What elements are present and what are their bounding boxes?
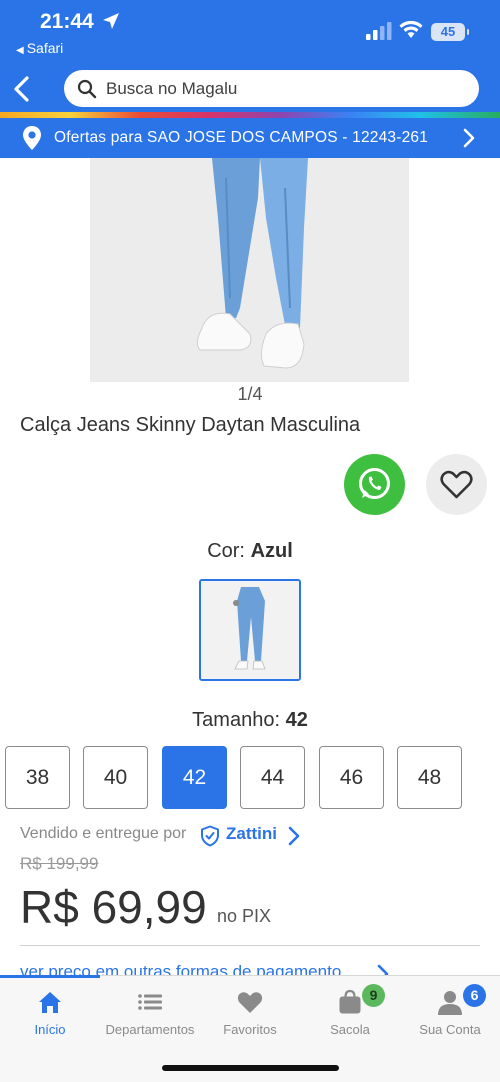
size-option-48[interactable]: 48 xyxy=(397,746,462,809)
color-selector-label: Cor: Azul xyxy=(0,540,500,563)
bag-icon xyxy=(339,989,361,1014)
tab-label: Departamentos xyxy=(105,1022,195,1037)
seller-label: Vendido e entregue por xyxy=(20,825,187,842)
tab-label: Sua Conta xyxy=(419,1022,481,1037)
size-option-38[interactable]: 38 xyxy=(5,746,70,809)
tab-sacola[interactable]: 9 Sacola xyxy=(300,976,400,1046)
search-icon xyxy=(77,79,97,99)
back-to-app-link[interactable]: ◀ Safari xyxy=(16,40,63,56)
seller-name-link[interactable]: Zattini xyxy=(226,824,277,844)
location-pin-icon xyxy=(23,126,41,150)
status-time: 21:44 xyxy=(40,10,94,33)
home-icon xyxy=(39,992,61,1013)
tab-sua-conta[interactable]: 6 Sua Conta xyxy=(400,976,500,1046)
size-option-40[interactable]: 40 xyxy=(83,746,148,809)
tab-label: Início xyxy=(34,1022,66,1037)
jeans-thumbnail-image xyxy=(201,581,299,679)
color-value: Azul xyxy=(250,540,293,562)
shield-check-icon xyxy=(201,825,219,847)
size-value: 42 xyxy=(285,709,308,731)
whatsapp-share-button[interactable] xyxy=(344,454,405,515)
size-option-42[interactable]: 42 xyxy=(162,746,227,809)
heart-icon xyxy=(237,992,263,1013)
search-input[interactable]: Busca no Magalu xyxy=(64,70,479,107)
location-arrow-icon xyxy=(103,13,119,29)
back-triangle-icon: ◀ xyxy=(16,45,24,56)
location-bar[interactable]: Ofertas para SAO JOSE DOS CAMPOS - 12243… xyxy=(0,118,500,158)
product-title: Calça Jeans Skinny Daytan Masculina xyxy=(20,414,361,436)
list-icon xyxy=(138,994,162,1010)
price-suffix: no PIX xyxy=(217,906,272,926)
battery-indicator: 45 xyxy=(431,23,469,41)
tab-departamentos[interactable]: Departamentos xyxy=(100,976,200,1046)
old-price: R$ 199,99 xyxy=(20,854,99,873)
size-label: Tamanho: xyxy=(192,709,281,731)
divider xyxy=(20,945,480,946)
location-text: Ofertas para SAO JOSE DOS CAMPOS - 12243… xyxy=(54,129,429,146)
active-tab-indicator xyxy=(0,975,100,978)
product-image[interactable] xyxy=(90,158,409,382)
chevron-right-icon xyxy=(288,826,300,846)
image-counter: 1/4 xyxy=(237,384,263,404)
favorite-button[interactable] xyxy=(426,454,487,515)
color-label: Cor: xyxy=(207,540,245,562)
heart-outline-icon xyxy=(440,470,473,499)
conta-count-badge: 6 xyxy=(463,984,486,1007)
size-option-44[interactable]: 44 xyxy=(240,746,305,809)
search-placeholder: Busca no Magalu xyxy=(106,79,238,98)
tab-label: Sacola xyxy=(330,1022,370,1037)
home-indicator xyxy=(162,1065,339,1071)
signal-icon xyxy=(366,22,392,40)
whatsapp-icon xyxy=(359,468,390,499)
size-option-46[interactable]: 46 xyxy=(319,746,384,809)
user-icon xyxy=(438,991,462,1015)
chevron-right-icon xyxy=(463,128,475,148)
sacola-count-badge: 9 xyxy=(362,984,385,1007)
wifi-icon xyxy=(399,20,423,38)
back-app-label: Safari xyxy=(26,40,64,56)
top-bar: 21:44 ◀ Safari 45 Busca no Magalu xyxy=(0,0,500,112)
tab-inicio[interactable]: Início xyxy=(0,976,100,1046)
current-price: R$ 69,99 xyxy=(20,881,207,933)
color-swatch-azul[interactable] xyxy=(199,579,301,681)
tab-label: Favoritos xyxy=(223,1022,277,1037)
size-selector-label: Tamanho: 42 xyxy=(0,709,500,732)
tab-favoritos[interactable]: Favoritos xyxy=(200,976,300,1046)
jeans-legs-image xyxy=(90,158,409,382)
back-chevron-icon[interactable] xyxy=(10,74,34,104)
